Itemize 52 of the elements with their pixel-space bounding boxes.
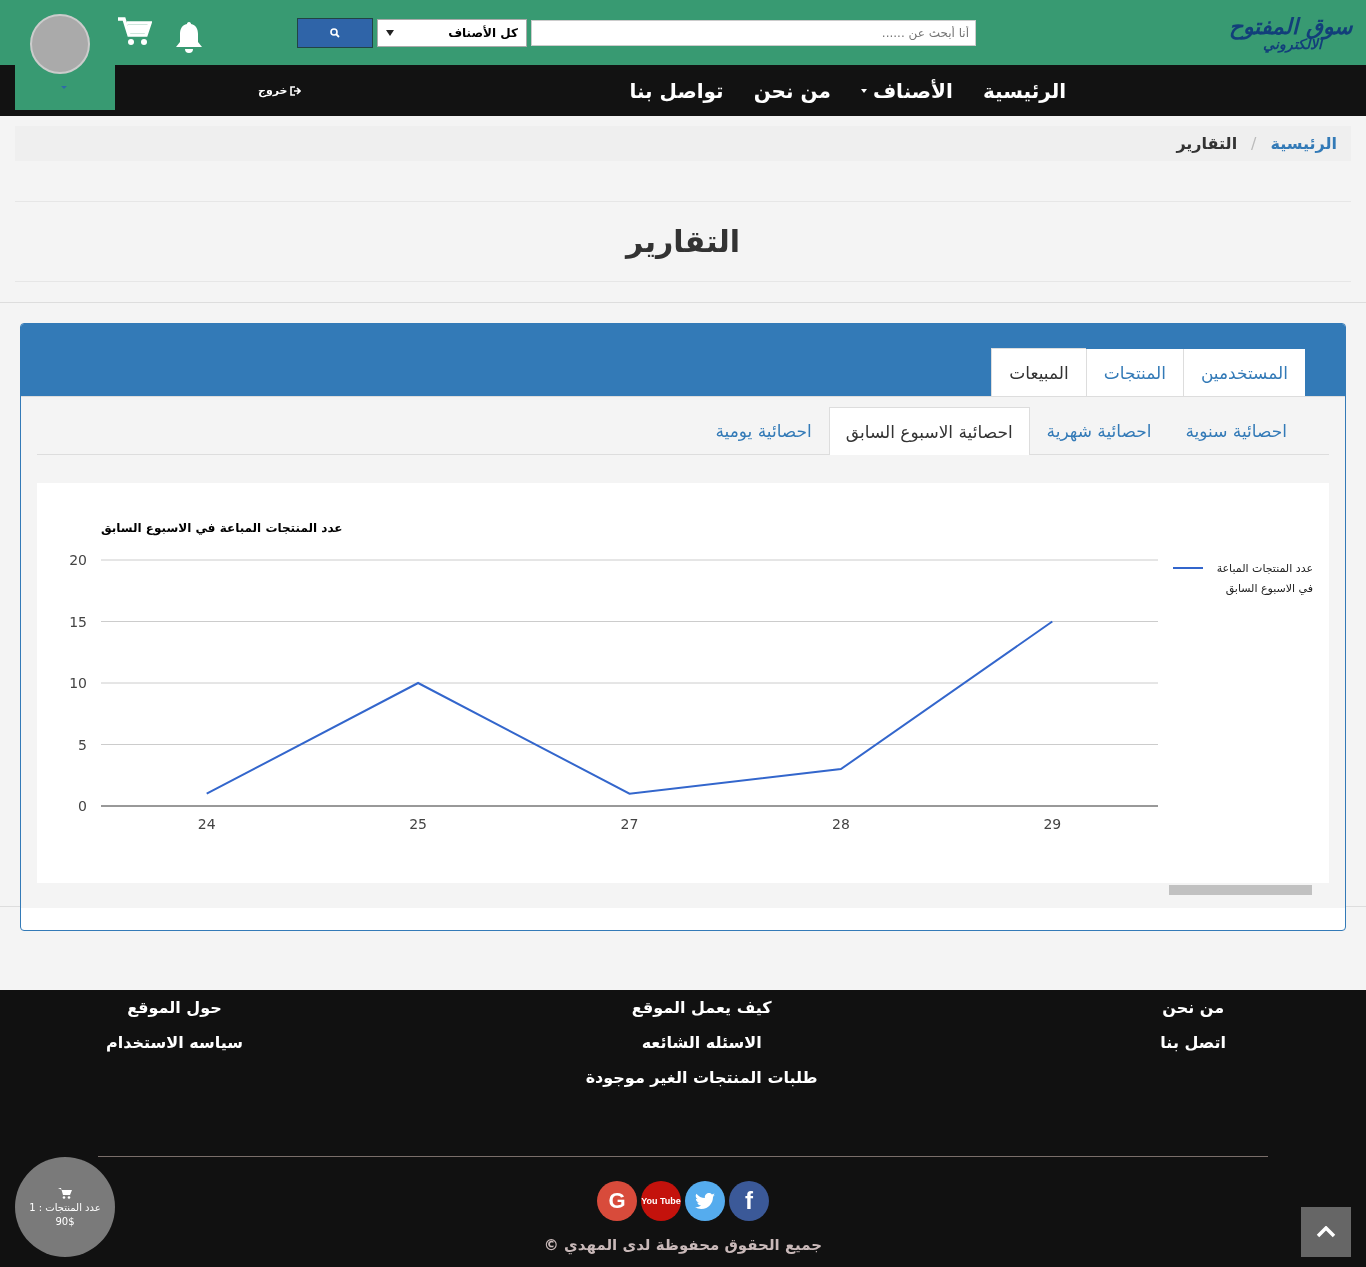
user-avatar[interactable] bbox=[30, 14, 90, 74]
copyright-text: جميع الحقوق محفوظة لدى المهدي © bbox=[543, 1236, 823, 1254]
tab[interactable]: المستخدمين bbox=[1182, 349, 1305, 396]
nav-link[interactable]: الأصناف bbox=[860, 78, 953, 103]
cart-total: 90$ bbox=[55, 1216, 75, 1227]
x-tick-label: 25 bbox=[409, 816, 427, 832]
subtab[interactable]: احصائية يومية bbox=[698, 407, 829, 454]
footer-link[interactable]: من نحن bbox=[1162, 998, 1225, 1017]
y-tick-label: 0 bbox=[78, 798, 87, 814]
social-button[interactable]: G bbox=[597, 1181, 637, 1221]
footer-link[interactable]: اتصل بنا bbox=[1160, 1033, 1226, 1052]
category-select[interactable]: كل الأصناف bbox=[377, 18, 527, 47]
footer-link[interactable]: كيف يعمل الموقع bbox=[631, 998, 772, 1017]
chevron-up-icon bbox=[1316, 1226, 1336, 1238]
cart-icon bbox=[58, 1187, 72, 1199]
back-to-top-button[interactable] bbox=[1301, 1207, 1351, 1257]
breadcrumb-separator: / bbox=[1251, 134, 1257, 153]
footer-link[interactable]: حول الموقع bbox=[127, 998, 222, 1017]
cart-count: عدد المنتجات : 1 bbox=[29, 1202, 101, 1213]
x-tick-label: 28 bbox=[832, 816, 850, 832]
page-title: التقارير bbox=[626, 224, 740, 259]
footer-link[interactable]: الاسئله الشائعه bbox=[641, 1033, 762, 1052]
subtab[interactable]: احصائية شهرية bbox=[1029, 407, 1169, 454]
search-button[interactable] bbox=[297, 17, 373, 48]
x-tick-label: 27 bbox=[620, 816, 639, 832]
social-button[interactable]: You Tube bbox=[641, 1181, 681, 1221]
breadcrumb-link[interactable]: الرئيسية bbox=[1270, 134, 1337, 153]
social-button[interactable] bbox=[685, 1181, 725, 1221]
subtab[interactable]: احصائية الاسبوع السابق bbox=[828, 407, 1030, 455]
legend-label: عدد المنتجات المباعة في الاسبوع السابق bbox=[1215, 561, 1313, 597]
footer-link[interactable]: سياسه الاستخدام bbox=[106, 1033, 243, 1052]
subtab[interactable]: احصائية سنوية bbox=[1168, 407, 1304, 454]
nav-link[interactable]: تواصل بنا bbox=[629, 78, 724, 103]
y-tick-label: 15 bbox=[69, 613, 87, 630]
x-tick-label: 29 bbox=[1043, 816, 1062, 832]
nav-link[interactable]: الرئيسية bbox=[982, 78, 1066, 103]
chart-title: عدد المنتجات المباعة في الاسبوع السابق bbox=[101, 521, 343, 535]
tab[interactable]: المبيعات bbox=[991, 348, 1086, 396]
x-tick-label: 24 bbox=[197, 816, 216, 832]
cart-icon[interactable] bbox=[118, 17, 152, 47]
footer-link[interactable]: طلبات المنتجات الغير موجودة bbox=[585, 1068, 818, 1087]
logout-icon bbox=[289, 85, 301, 96]
y-tick-label: 5 bbox=[78, 736, 87, 753]
breadcrumb-current: التقارير bbox=[1176, 134, 1238, 153]
social-button[interactable]: f bbox=[729, 1181, 769, 1221]
tab[interactable]: المنتجات bbox=[1085, 349, 1183, 396]
nav-link[interactable]: من نحن bbox=[753, 78, 831, 103]
bird-icon bbox=[695, 1193, 715, 1209]
logout-link[interactable]: خروج bbox=[258, 84, 301, 97]
y-tick-label: 10 bbox=[69, 675, 87, 691]
y-tick-label: 20 bbox=[69, 552, 87, 568]
search-icon bbox=[330, 27, 340, 38]
